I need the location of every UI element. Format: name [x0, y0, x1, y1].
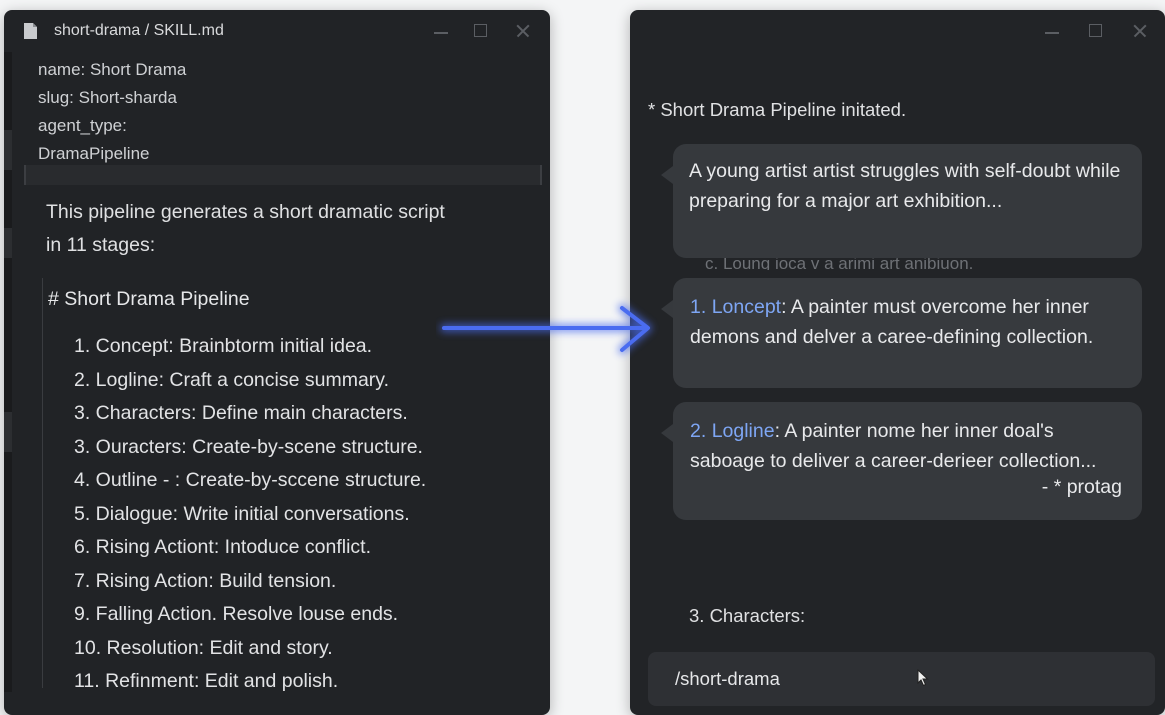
frontmatter-separator — [24, 165, 542, 185]
minimize-icon[interactable] — [1043, 22, 1061, 40]
command-input[interactable]: /short-drama — [648, 652, 1155, 706]
minimize-icon[interactable] — [432, 22, 450, 40]
step-item: 11. Refinment: Edit and polish. — [74, 670, 339, 692]
step-item: 10. Resolution: Edit and story. — [74, 636, 333, 659]
step-item: 3. Characters: Define main characters. — [74, 402, 408, 424]
step-item: 9. Falling Action. Resolve louse ends. — [74, 603, 399, 625]
section-characters: 3. Characters: — [689, 605, 806, 626]
command-text: /short-drama — [675, 668, 780, 689]
bubble-text: A young artist artist struggles with sel… — [689, 160, 1121, 212]
maximize-icon[interactable] — [472, 22, 490, 40]
bubble-number: 1. — [690, 296, 707, 318]
bubble-label: Logline — [711, 420, 775, 442]
frontmatter-agent-value: DramaPipeline — [38, 144, 150, 163]
bubble-label: Loncept — [711, 296, 782, 318]
system-message: * Short Drama Pipeline initated. — [648, 99, 907, 120]
chat-bubble: 2. Logline: A painter nome her inner doa… — [661, 402, 1142, 520]
indent-guide — [42, 278, 43, 688]
pipeline-steps: 1. Concept: Brainbtorm initial idea. 2. … — [74, 330, 426, 699]
close-icon[interactable] — [514, 22, 532, 40]
description-line: This pipeline generates a short dramatic… — [46, 201, 445, 223]
bubble-number: 2. — [690, 420, 707, 442]
flow-arrow-icon — [440, 304, 652, 354]
step-item: 3. Ouracters: Create-by-scene structure. — [74, 435, 423, 458]
file-icon — [24, 23, 37, 39]
step-item: 2. Logline: Craft a concise summary. — [74, 368, 390, 391]
step-item: 7. Rising Action: Build tension. — [74, 569, 337, 592]
maximize-icon[interactable] — [1087, 22, 1105, 40]
step-item: 1. Concept: Brainbtorm initial idea. — [74, 335, 373, 357]
bubble-tag: - * protag — [1041, 476, 1122, 498]
chat-bubble: 1. Loncept: A painter must overcome her … — [661, 278, 1142, 388]
editor-title-bar: short-drama / SKILL.md — [4, 10, 550, 52]
step-item: 6. Rising Actiont: Intoduce conflict. — [74, 536, 371, 558]
editor-title: short-drama / SKILL.md — [54, 22, 224, 39]
mouse-cursor-icon — [917, 669, 929, 687]
step-item: 4. Outline - : Create-by-sccene structur… — [74, 469, 427, 491]
pipeline-heading: # Short Drama Pipeline — [48, 288, 250, 310]
step-item: 5. Dialogue: Write initial conversations… — [74, 502, 410, 525]
frontmatter-name: name: Short Drama — [38, 60, 187, 79]
close-icon[interactable] — [1131, 22, 1149, 40]
description: This pipeline generates a short dramatic… — [46, 196, 526, 262]
frontmatter-slug: slug: Short-sharda — [38, 88, 177, 107]
frontmatter-agent-type: agent_type: — [38, 116, 127, 135]
editor-gutter — [4, 52, 12, 692]
chat-bubble: A young artist artist struggles with sel… — [661, 144, 1142, 258]
description-line: in 11 stages: — [46, 234, 156, 256]
